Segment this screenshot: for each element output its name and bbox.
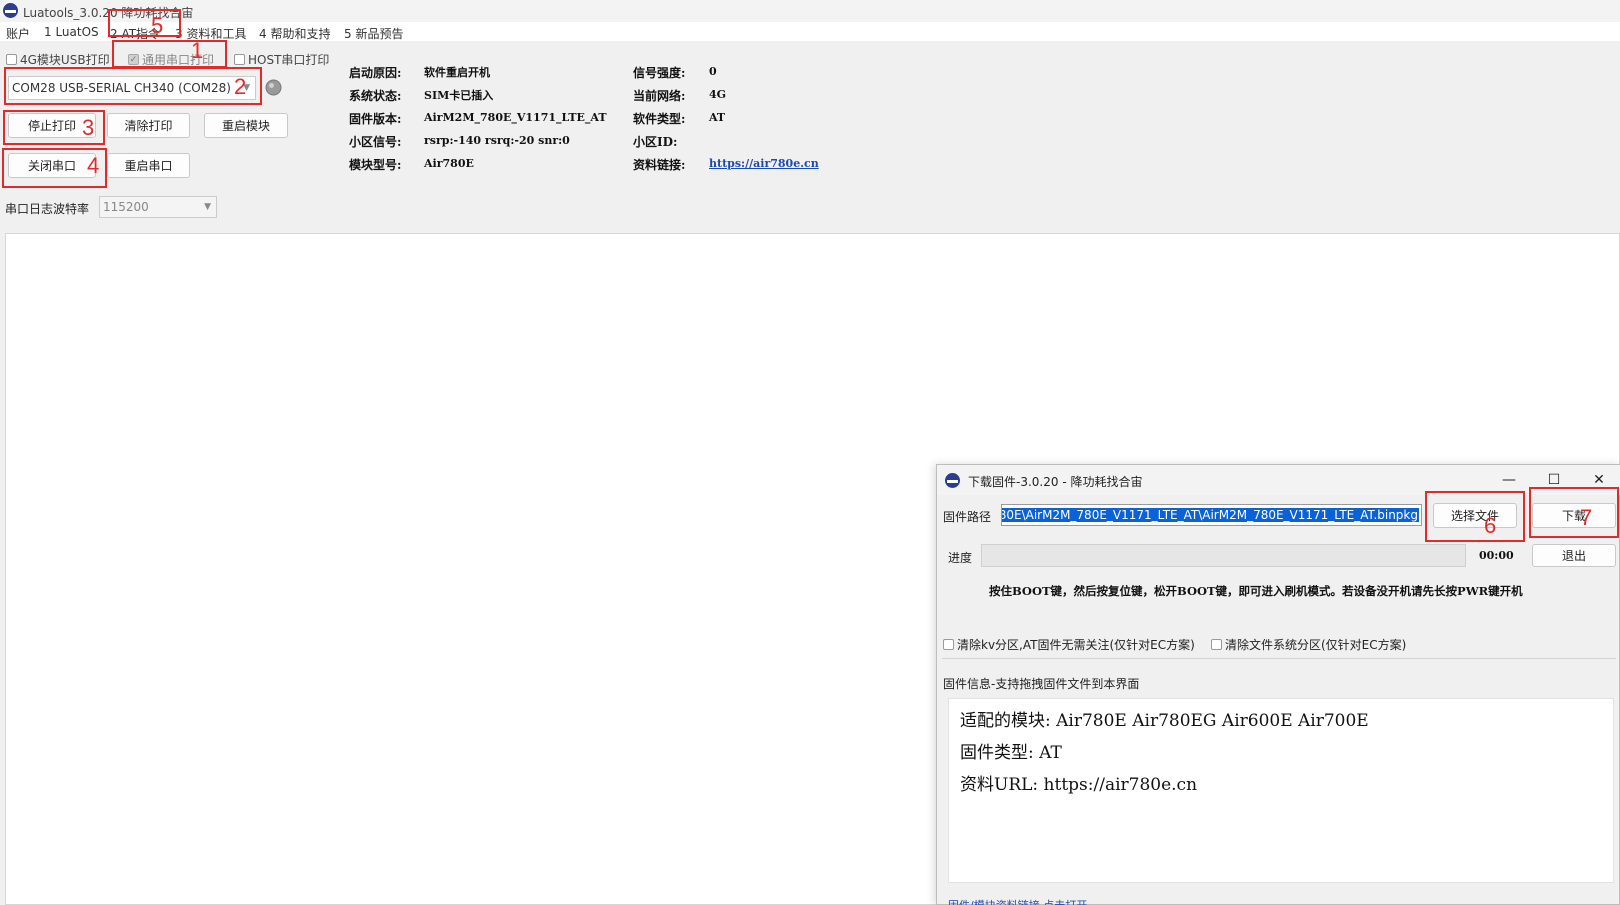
current-network-value: 4G bbox=[709, 88, 727, 101]
annotation-number-2: 2 bbox=[234, 74, 247, 99]
fw-info-modules: 适配的模块: Air780E Air780EG Air600E Air700E bbox=[960, 711, 1369, 731]
firmware-info-title: 固件信息-支持拖拽固件文件到本界面 bbox=[943, 677, 1140, 691]
baud-rate-label: 串口日志波特率 bbox=[5, 202, 90, 216]
chevron-down-icon: ▼ bbox=[204, 202, 211, 212]
signal-strength-value: 0 bbox=[709, 65, 717, 78]
clear-print-button[interactable]: 清除打印 bbox=[107, 113, 190, 138]
software-type-value: AT bbox=[709, 111, 726, 124]
module-model-label: 模块型号: bbox=[349, 158, 402, 172]
checkbox-box bbox=[1211, 639, 1222, 650]
software-type-label: 软件类型: bbox=[633, 112, 686, 126]
module-model-value: Air780E bbox=[424, 157, 474, 170]
annotation-number-3: 3 bbox=[82, 115, 95, 140]
fw-info-type: 固件类型: AT bbox=[960, 743, 1062, 763]
boot-reason-label: 启动原因: bbox=[349, 66, 402, 80]
restart-port-button[interactable]: 重启串口 bbox=[107, 153, 190, 178]
checkbox-box bbox=[234, 54, 245, 65]
restart-module-button[interactable]: 重启模块 bbox=[204, 113, 288, 138]
current-network-label: 当前网络: bbox=[633, 89, 686, 103]
dialog-title: 下载固件-3.0.20 - 降功耗找合宙 bbox=[968, 475, 1143, 489]
port-status-indicator-icon bbox=[265, 79, 282, 96]
cell-signal-value: rsrp:-140 rsrq:-20 snr:0 bbox=[424, 134, 570, 147]
firmware-path-input[interactable]: 780E\AirM2M_780E_V1171_LTE_AT\AirM2M_780… bbox=[1001, 504, 1422, 526]
baud-rate-select[interactable]: 115200 ▼ bbox=[99, 196, 217, 218]
firmware-path-label: 固件路径 bbox=[943, 510, 992, 524]
boot-reason-value: 软件重启开机 bbox=[424, 66, 490, 79]
download-firmware-dialog: 下载固件-3.0.20 - 降功耗找合宙 — ☐ ✕ 固件路径 780E\Air… bbox=[936, 464, 1620, 905]
annotation-box-1 bbox=[112, 40, 227, 68]
firmware-version-label: 固件版本: bbox=[349, 112, 402, 126]
checkbox-box bbox=[6, 54, 17, 65]
signal-strength-label: 信号强度: bbox=[633, 66, 686, 80]
annotation-box-2 bbox=[4, 67, 262, 105]
download-progress-bar bbox=[981, 544, 1466, 567]
annotation-number-4: 4 bbox=[87, 153, 100, 178]
clear-fs-checkbox[interactable]: 清除文件系统分区(仅针对EC方案) bbox=[1211, 636, 1406, 653]
doc-link-label: 资料链接: bbox=[633, 158, 686, 172]
firmware-info-box[interactable]: 适配的模块: Air780E Air780EG Air600E Air700E … bbox=[948, 698, 1614, 883]
menu-bar: 账户 1 LuatOS 2 AT指令 3 资料和工具 4 帮助和支持 5 新品预… bbox=[0, 22, 1620, 41]
progress-label: 进度 bbox=[948, 551, 973, 565]
menu-new-products[interactable]: 5 新品预告 bbox=[344, 25, 403, 42]
clear-kv-label: 清除kv分区,AT固件无需关注(仅针对EC方案) bbox=[957, 638, 1195, 652]
usb-print-checkbox[interactable]: 4G模块USB打印 bbox=[6, 51, 110, 68]
annotation-number-1: 1 bbox=[191, 38, 204, 63]
annotation-box-5 bbox=[108, 9, 181, 37]
host-print-checkbox[interactable]: HOST串口打印 bbox=[234, 51, 329, 68]
cell-signal-label: 小区信号: bbox=[349, 135, 402, 149]
fw-info-url: 资料URL: https://air780e.cn bbox=[960, 775, 1198, 795]
app-logo-icon bbox=[945, 473, 960, 488]
annotation-number-5: 5 bbox=[151, 13, 164, 38]
checkbox-box bbox=[943, 639, 954, 650]
annotation-number-6: 6 bbox=[1484, 513, 1497, 538]
baud-rate-value: 115200 bbox=[103, 200, 149, 214]
clear-fs-label: 清除文件系统分区(仅针对EC方案) bbox=[1225, 638, 1407, 652]
dialog-divider bbox=[942, 658, 1616, 659]
cell-id-label: 小区ID: bbox=[633, 135, 678, 149]
annotation-box-6 bbox=[1425, 491, 1525, 542]
firmware-resource-link[interactable]: 固件/模块资料链接,点击打开 bbox=[948, 897, 1087, 905]
menu-account[interactable]: 账户 bbox=[6, 25, 30, 42]
clear-kv-checkbox[interactable]: 清除kv分区,AT固件无需关注(仅针对EC方案) bbox=[943, 636, 1195, 653]
boot-mode-hint: 按住BOOT键，然后按复位键，松开BOOT键，即可进入刷机模式。若设备没开机请先… bbox=[989, 584, 1523, 598]
title-bar: Luatools_3.0.20 降功耗找合宙 bbox=[0, 0, 1620, 22]
progress-time: 00:00 bbox=[1479, 549, 1514, 562]
firmware-path-value: 780E\AirM2M_780E_V1171_LTE_AT\AirM2M_780… bbox=[1002, 508, 1419, 522]
doc-link[interactable]: https://air780e.cn bbox=[709, 157, 819, 170]
host-print-label: HOST串口打印 bbox=[248, 53, 330, 67]
usb-print-label: 4G模块USB打印 bbox=[20, 53, 110, 67]
app-logo-icon bbox=[3, 3, 18, 18]
annotation-box-7 bbox=[1529, 487, 1619, 538]
system-status-value: SIM卡已插入 bbox=[424, 89, 494, 102]
system-status-label: 系统状态: bbox=[349, 89, 402, 103]
annotation-number-7: 7 bbox=[1580, 505, 1593, 530]
exit-button[interactable]: 退出 bbox=[1532, 544, 1616, 567]
minimize-icon[interactable]: — bbox=[1494, 468, 1524, 492]
menu-luatos[interactable]: 1 LuatOS bbox=[44, 25, 99, 39]
firmware-version-value: AirM2M_780E_V1171_LTE_AT bbox=[424, 111, 607, 124]
menu-help-support[interactable]: 4 帮助和支持 bbox=[259, 25, 330, 42]
